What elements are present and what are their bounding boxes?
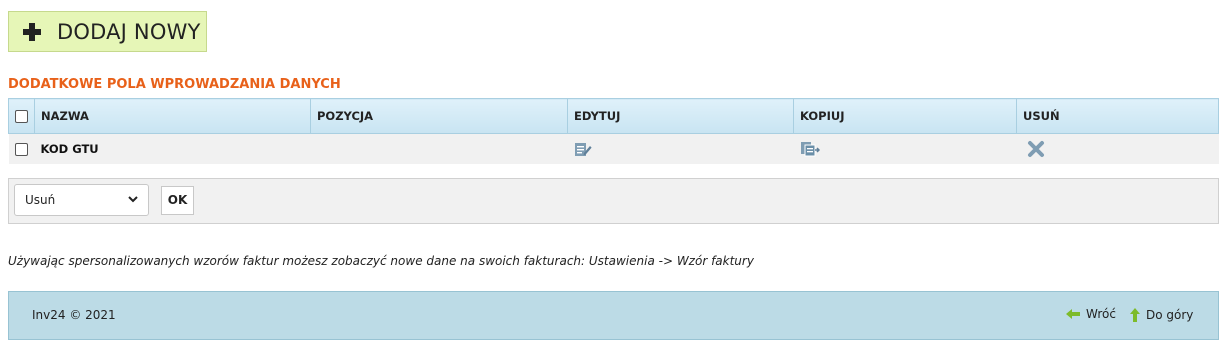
copy-icon[interactable] <box>800 141 820 157</box>
table-header-row: NAZWA POZYCJA EDYTUJ KOPIUJ USUŃ <box>8 98 1219 134</box>
bulk-action-bar: Usuń OK <box>8 178 1219 224</box>
top-label: Do góry <box>1146 308 1194 322</box>
table-row: KOD GTU <box>8 133 1219 164</box>
row-position <box>310 133 568 164</box>
row-name: KOD GTU <box>34 133 311 164</box>
column-header-position[interactable]: POZYCJA <box>310 98 568 134</box>
add-new-button[interactable]: DODAJ NOWY <box>8 11 207 52</box>
row-edit-cell <box>567 133 794 164</box>
info-note: Używając spersonalizowanych wzorów faktu… <box>8 254 754 268</box>
plus-icon <box>22 22 42 42</box>
select-all-cell <box>8 98 35 134</box>
edit-icon[interactable] <box>574 141 592 157</box>
row-delete-cell <box>1016 133 1219 164</box>
row-copy-cell <box>793 133 1017 164</box>
delete-x-icon[interactable] <box>1027 140 1045 158</box>
select-all-checkbox[interactable] <box>15 110 28 123</box>
top-link[interactable]: Do góry <box>1129 307 1193 323</box>
fields-table: NAZWA POZYCJA EDYTUJ KOPIUJ USUŃ KOD GTU <box>8 98 1219 164</box>
column-header-name[interactable]: NAZWA <box>34 98 311 134</box>
arrow-left-icon <box>1066 309 1080 319</box>
section-title: DODATKOWE POLA WPROWADZANIA DANYCH <box>8 77 341 92</box>
column-header-edit: EDYTUJ <box>567 98 794 134</box>
column-header-copy: KOPIUJ <box>793 98 1017 134</box>
row-select-cell <box>8 133 35 164</box>
bulk-action-selected: Usuń <box>25 193 56 207</box>
column-header-delete: USUŃ <box>1016 98 1219 134</box>
add-new-label: DODAJ NOWY <box>57 19 201 44</box>
back-link[interactable]: Wróć <box>1065 307 1116 321</box>
copyright-text: Inv24 © 2021 <box>32 308 116 322</box>
bulk-action-select[interactable]: Usuń <box>14 184 149 216</box>
arrow-up-icon <box>1130 308 1140 322</box>
row-checkbox[interactable] <box>15 142 28 156</box>
ok-button[interactable]: OK <box>161 186 194 215</box>
back-label: Wróć <box>1086 307 1116 321</box>
chevron-down-icon <box>128 196 138 203</box>
footer: Inv24 © 2021 Wróć Do góry <box>8 291 1219 340</box>
